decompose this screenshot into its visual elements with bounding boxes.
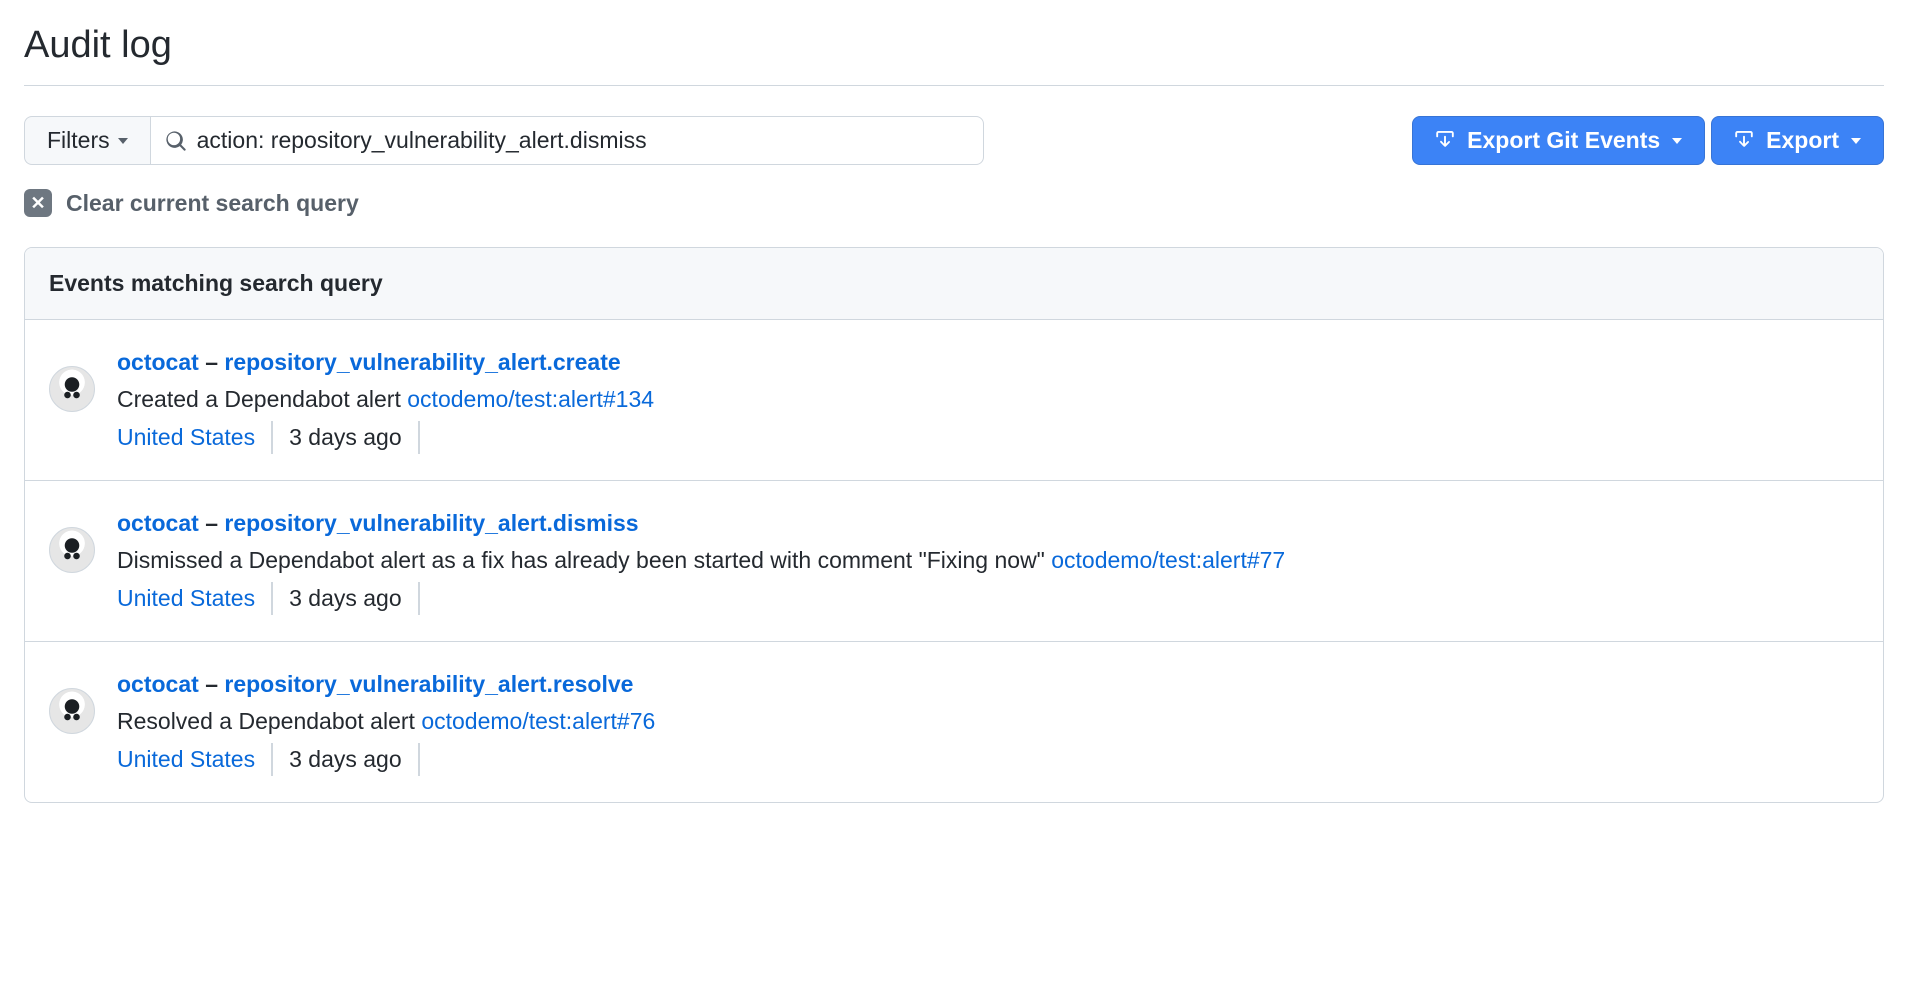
event-meta: United States 3 days ago [117,743,1859,776]
filters-search-group: Filters [24,116,984,165]
event-title: octocat – repository_vulnerability_alert… [117,346,1859,379]
timestamp: 3 days ago [273,743,420,776]
avatar[interactable] [49,527,95,573]
download-icon [1435,131,1455,151]
dash: – [205,671,224,697]
event-row: octocat – repository_vulnerability_alert… [25,320,1883,481]
reference-link[interactable]: octodemo/test:alert#76 [421,708,655,734]
download-icon [1734,131,1754,151]
panel-header: Events matching search query [25,248,1883,320]
timestamp: 3 days ago [273,421,420,454]
dash: – [205,349,224,375]
location-link[interactable]: United States [117,582,273,615]
spacer [990,116,1406,165]
avatar[interactable] [49,366,95,412]
clear-search-label: Clear current search query [66,190,359,217]
divider [24,85,1884,86]
actor-link[interactable]: octocat [117,510,199,536]
dash: – [205,510,224,536]
filters-button[interactable]: Filters [24,116,150,165]
page-title: Audit log [24,24,1884,67]
event-row: octocat – repository_vulnerability_alert… [25,481,1883,642]
caret-down-icon [1851,138,1861,144]
event-description: Created a Dependabot alert octodemo/test… [117,383,1859,416]
description-text: Resolved a Dependabot alert [117,708,421,734]
export-label: Export [1766,127,1839,154]
search-input[interactable] [197,127,969,154]
event-body: octocat – repository_vulnerability_alert… [117,346,1859,454]
event-description: Dismissed a Dependabot alert as a fix ha… [117,544,1859,577]
caret-down-icon [1672,138,1682,144]
actor-link[interactable]: octocat [117,671,199,697]
event-meta: United States 3 days ago [117,421,1859,454]
export-git-label: Export Git Events [1467,127,1660,154]
export-git-events-button[interactable]: Export Git Events [1412,116,1705,165]
search-wrap [150,116,984,165]
description-text: Dismissed a Dependabot alert as a fix ha… [117,547,1051,573]
action-link[interactable]: repository_vulnerability_alert.create [224,349,620,375]
event-meta: United States 3 days ago [117,582,1859,615]
action-link[interactable]: repository_vulnerability_alert.dismiss [224,510,638,536]
close-icon[interactable]: ✕ [24,189,52,217]
event-title: octocat – repository_vulnerability_alert… [117,507,1859,540]
toolbar: Filters Export Git Events Export [24,116,1884,165]
location-link[interactable]: United States [117,421,273,454]
clear-search-row[interactable]: ✕ Clear current search query [24,189,1884,217]
action-link[interactable]: repository_vulnerability_alert.resolve [224,671,633,697]
caret-down-icon [118,138,128,144]
event-title: octocat – repository_vulnerability_alert… [117,668,1859,701]
avatar[interactable] [49,688,95,734]
search-icon [165,130,187,152]
results-panel: Events matching search query octocat – r… [24,247,1884,803]
filters-label: Filters [47,127,110,154]
event-row: octocat – repository_vulnerability_alert… [25,642,1883,802]
export-button[interactable]: Export [1711,116,1884,165]
timestamp: 3 days ago [273,582,420,615]
event-description: Resolved a Dependabot alert octodemo/tes… [117,705,1859,738]
event-body: octocat – repository_vulnerability_alert… [117,668,1859,776]
actor-link[interactable]: octocat [117,349,199,375]
location-link[interactable]: United States [117,743,273,776]
reference-link[interactable]: octodemo/test:alert#134 [407,386,654,412]
event-body: octocat – repository_vulnerability_alert… [117,507,1859,615]
reference-link[interactable]: octodemo/test:alert#77 [1051,547,1285,573]
description-text: Created a Dependabot alert [117,386,407,412]
